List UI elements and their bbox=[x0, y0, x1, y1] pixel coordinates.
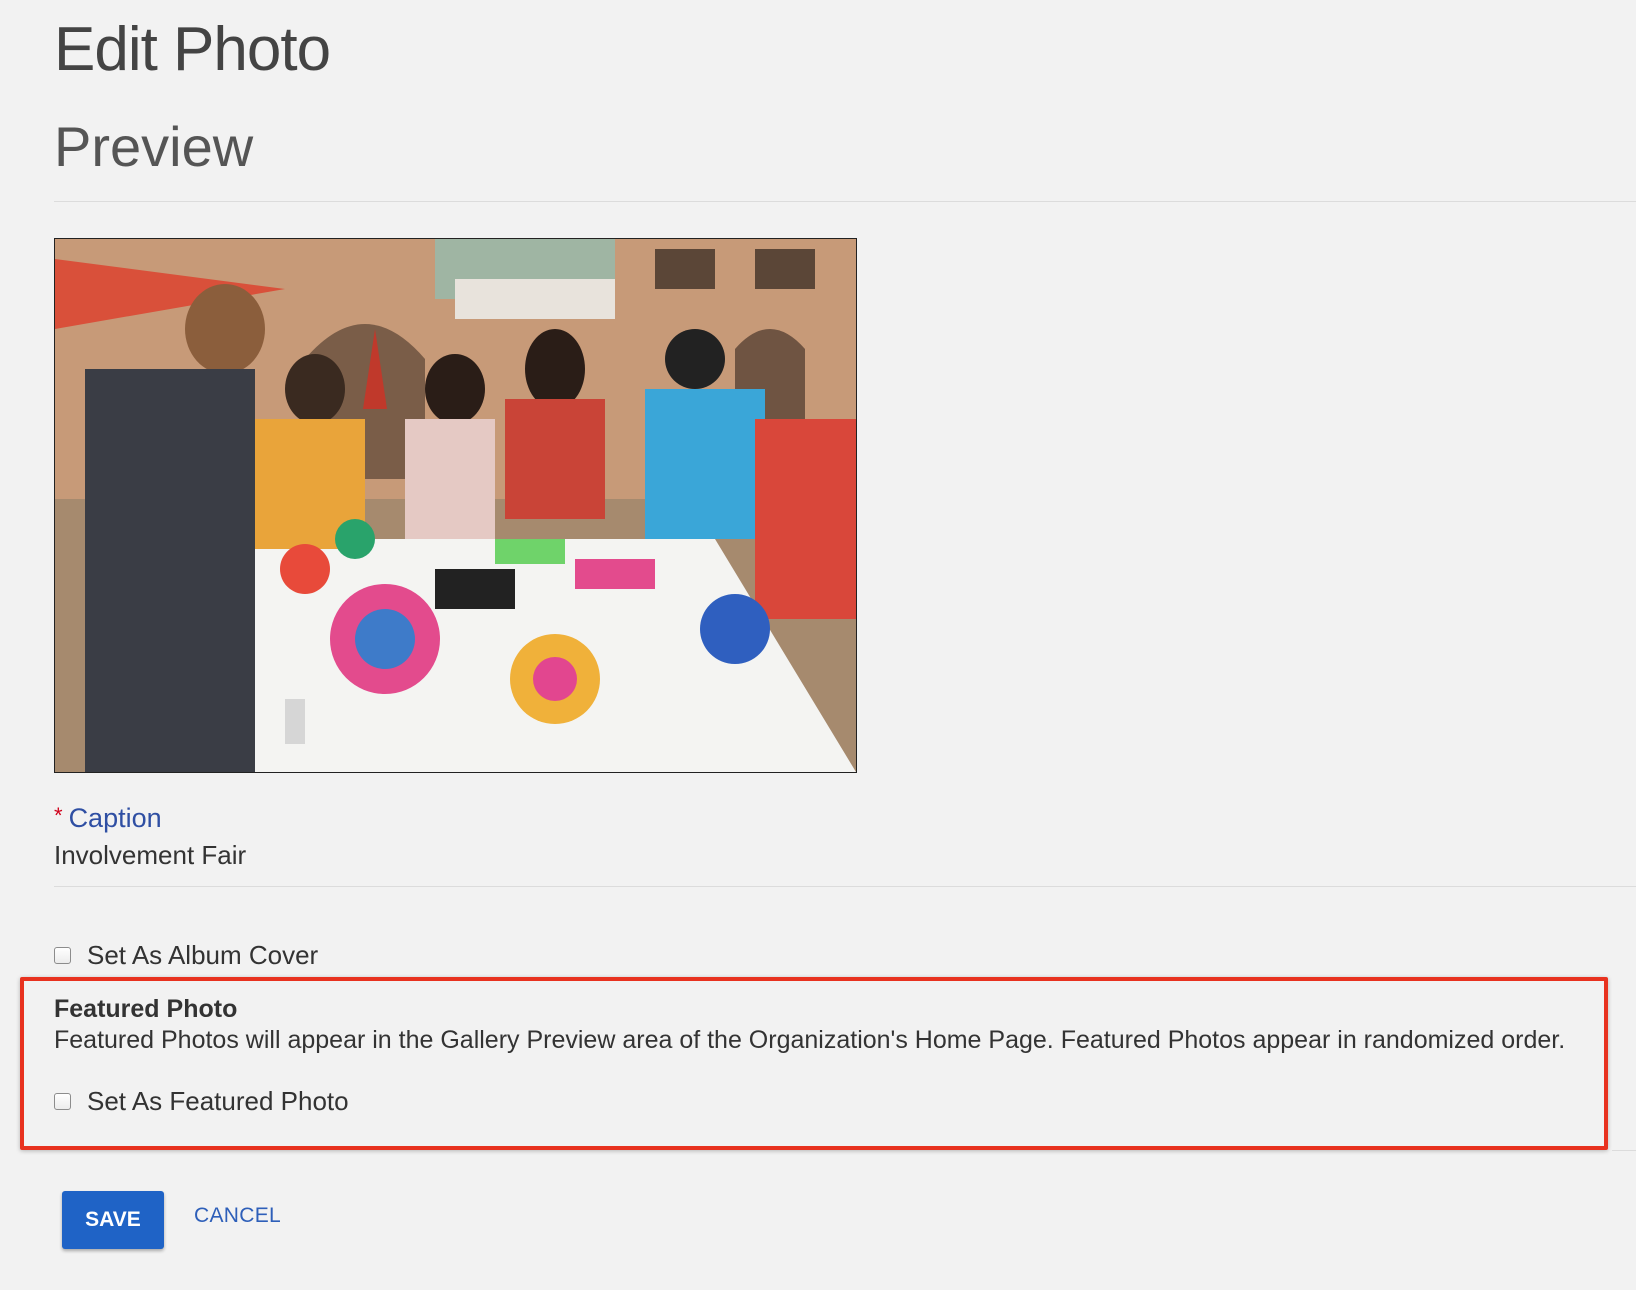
divider bbox=[1612, 1150, 1636, 1151]
album-cover-checkbox[interactable] bbox=[54, 947, 71, 964]
save-button[interactable]: SAVE bbox=[62, 1191, 164, 1249]
featured-highlight-box bbox=[20, 977, 1608, 1150]
page-title: Edit Photo bbox=[54, 15, 331, 84]
caption-value[interactable]: Involvement Fair bbox=[54, 840, 246, 871]
preview-heading: Preview bbox=[54, 115, 254, 178]
photo-preview bbox=[54, 238, 857, 773]
divider bbox=[54, 201, 1636, 202]
divider bbox=[54, 886, 1636, 887]
required-marker: * bbox=[54, 803, 63, 828]
caption-label: * Caption bbox=[54, 803, 162, 834]
caption-label-text: Caption bbox=[68, 803, 162, 833]
album-cover-label[interactable]: Set As Album Cover bbox=[87, 940, 318, 971]
cancel-link[interactable]: CANCEL bbox=[194, 1204, 281, 1228]
album-cover-option[interactable]: Set As Album Cover bbox=[54, 940, 318, 971]
photo-preview-image bbox=[55, 239, 856, 772]
